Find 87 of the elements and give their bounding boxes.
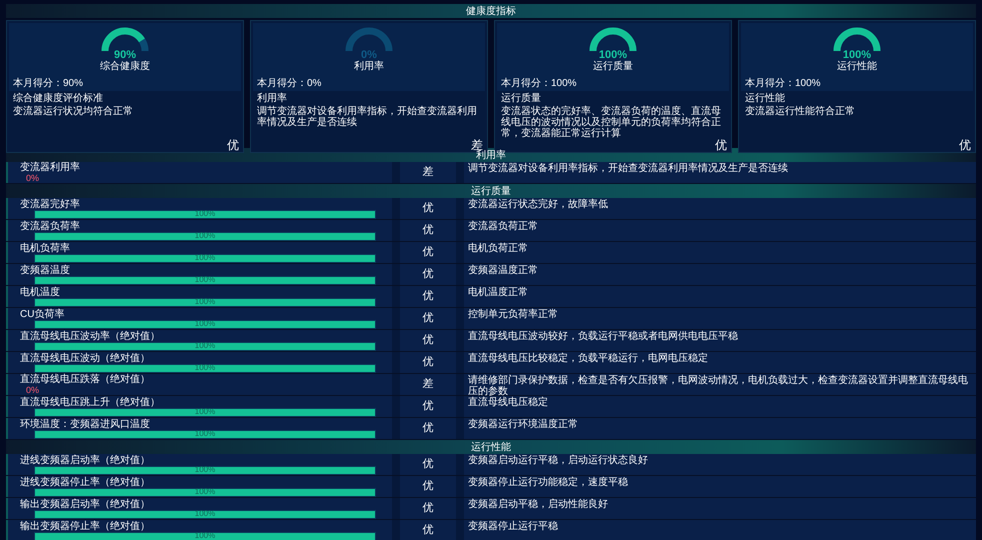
- progress-value: 100%: [194, 488, 216, 496]
- gauge-label: 综合健康度: [100, 61, 150, 72]
- metric-label: 直流母线电压波动（绝对值）: [20, 352, 151, 364]
- grade-cell: 优: [392, 476, 464, 497]
- gauge-label: 运行质量: [593, 61, 633, 72]
- progress-value: 100%: [194, 254, 216, 262]
- gauge-value: 0%: [361, 49, 377, 61]
- description-cell: 直流母线电压波动较好，负载运行平稳或者电网供电电压平稳: [464, 330, 976, 351]
- card-description: 调节变流器对设备利用率指标，开始查变流器利用率情况及生产是否连续: [257, 106, 478, 128]
- progress-value: 100%: [194, 408, 216, 416]
- progress-value: 100%: [194, 210, 216, 218]
- month-score: 本月得分：0%: [257, 78, 322, 89]
- progress-value: 100%: [194, 430, 216, 438]
- metric-label: 变流器利用率: [20, 162, 81, 173]
- grade-cell: 优: [392, 198, 464, 219]
- progress-value: 100%: [194, 276, 216, 284]
- grade-cell: 差: [392, 162, 464, 183]
- grade-cell: 优: [392, 308, 464, 329]
- metric-label: 变流器负荷率: [20, 220, 81, 232]
- gauge-value: 90%: [114, 49, 136, 61]
- description-cell: 变频器启动运行平稳，启动运行状态良好: [464, 454, 976, 475]
- description-cell: 请维修部门录保护数据，检查是否有欠压报警，电网波动情况，电机负载过大，检查变流器设置并调整直流母线电压的参数: [464, 374, 976, 395]
- grade-cell: 优: [392, 396, 464, 417]
- description-cell: 电机负荷正常: [464, 242, 976, 263]
- gauge-value: 100%: [842, 49, 872, 61]
- metric-label: 环境温度：变频器进风口温度: [20, 418, 151, 430]
- section-header: 运行性能: [6, 440, 976, 454]
- progress-value: 100%: [194, 510, 216, 518]
- progress-value: 100%: [194, 342, 216, 350]
- metric-label: 直流母线电压跌落（绝对值）: [20, 374, 151, 385]
- description-cell: 直流母线电压比较稳定，负载平稳运行，电网电压稳定: [464, 352, 976, 373]
- metric-label: 变流器完好率: [20, 198, 81, 210]
- description-cell: 变频器运行环境温度正常: [464, 418, 976, 439]
- progress-value: 100%: [194, 532, 216, 540]
- card-description: 变流器运行性能符合正常: [745, 106, 856, 117]
- description-cell: 电机温度正常: [464, 286, 976, 307]
- grade-cell: 优: [392, 330, 464, 351]
- progress-value: 100%: [194, 232, 216, 240]
- description-cell: 变频器停止运行平稳: [464, 520, 976, 540]
- card-heading: 运行性能: [745, 93, 786, 104]
- description-cell: 变频器停止运行功能稳定，速度平稳: [464, 476, 976, 497]
- card-heading: 利用率: [257, 93, 288, 104]
- grade-cell: 优: [392, 418, 464, 439]
- grade-cell: 差: [392, 374, 464, 395]
- description-cell: 调节变流器对设备利用率指标，开始查变流器利用率情况及生产是否连续: [464, 162, 976, 183]
- metric-label: CU负荷率: [20, 308, 66, 320]
- section-header: 健康度指标: [6, 4, 976, 18]
- metric-label: 电机温度: [20, 286, 61, 298]
- grade-cell: 优: [392, 498, 464, 519]
- metric-label: 进线变频器启动率（绝对值）: [20, 454, 151, 466]
- card-heading: 运行质量: [501, 93, 542, 104]
- progress-value: 100%: [194, 364, 216, 372]
- metric-value: 0%: [26, 173, 40, 183]
- description-cell: 变流器运行状态完好，故障率低: [464, 198, 976, 219]
- description-cell: 控制单元负荷率正常: [464, 308, 976, 329]
- card-heading: 综合健康度评价标准: [13, 93, 104, 104]
- gauge-label: 运行性能: [837, 61, 877, 72]
- metric-label: 变频器温度: [20, 264, 71, 276]
- month-score: 本月得分：100%: [745, 78, 822, 89]
- metric-label: 输出变频器停止率（绝对值）: [20, 520, 151, 532]
- progress-value: 100%: [194, 466, 216, 474]
- grade-cell: 优: [392, 520, 464, 540]
- metric-value: 0%: [26, 385, 40, 395]
- month-score: 本月得分：100%: [501, 78, 578, 89]
- metric-label: 输出变频器启动率（绝对值）: [20, 498, 151, 510]
- grade-cell: 优: [392, 264, 464, 285]
- card-description: 变流器运行状况均符合正常: [13, 106, 134, 117]
- card-description: 变流器状态的完好率、变流器负荷的温度、直流母线电压的波动情况以及控制单元的负荷率均符合正常，变流器能正常运行计算: [501, 106, 722, 139]
- grade-cell: 优: [392, 220, 464, 241]
- section-header: 运行质量: [6, 184, 976, 198]
- description-cell: 变频器启动平稳，启动性能良好: [464, 498, 976, 519]
- metric-label: 直流母线电压跳上升（绝对值）: [20, 396, 161, 408]
- description-cell: 直流母线电压稳定: [464, 396, 976, 417]
- progress-value: 100%: [194, 298, 216, 306]
- month-score: 本月得分：90%: [13, 78, 84, 89]
- description-cell: 变流器负荷正常: [464, 220, 976, 241]
- gauge-label: 利用率: [354, 61, 384, 72]
- metric-label: 电机负荷率: [20, 242, 71, 254]
- progress-value: 100%: [194, 320, 216, 328]
- metric-label: 进线变频器停止率（绝对值）: [20, 476, 151, 488]
- description-cell: 变频器温度正常: [464, 264, 976, 285]
- gauge-value: 100%: [598, 49, 628, 61]
- grade-cell: 优: [392, 242, 464, 263]
- grade-cell: 优: [392, 286, 464, 307]
- grade-cell: 优: [392, 454, 464, 475]
- grade-cell: 优: [392, 352, 464, 373]
- metric-label: 直流母线电压波动率（绝对值）: [20, 330, 161, 342]
